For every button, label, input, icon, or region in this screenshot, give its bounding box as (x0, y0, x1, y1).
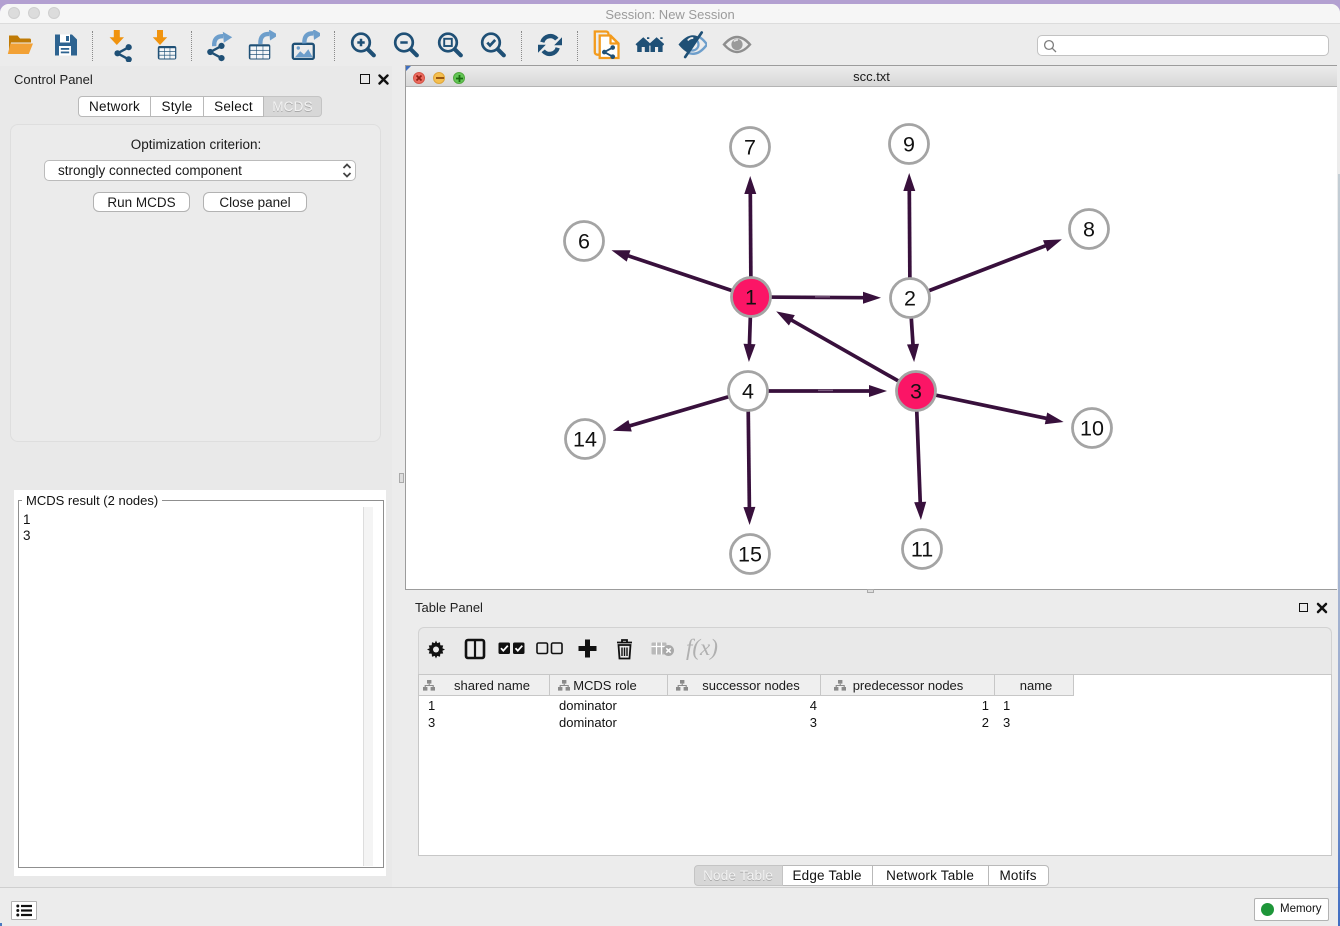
svg-text:1: 1 (745, 286, 757, 310)
svg-text:4: 4 (742, 380, 754, 404)
svg-text:6: 6 (578, 230, 590, 254)
svg-text:15: 15 (738, 543, 762, 567)
svg-text:7: 7 (744, 136, 756, 160)
svg-text:14: 14 (573, 428, 597, 452)
svg-text:10: 10 (1080, 417, 1104, 441)
svg-text:9: 9 (903, 133, 915, 157)
svg-text:11: 11 (911, 538, 933, 562)
svg-text:3: 3 (910, 380, 922, 404)
svg-text:2: 2 (904, 287, 916, 311)
svg-text:8: 8 (1083, 218, 1095, 242)
